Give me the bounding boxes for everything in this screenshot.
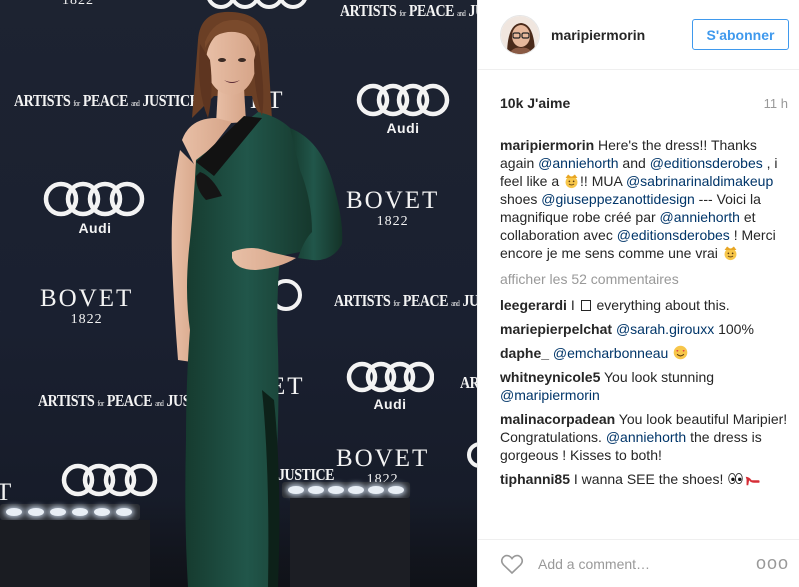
comment-item: leegerardi I everything about this. — [500, 297, 730, 313]
comment-input[interactable] — [538, 555, 756, 572]
post-photo[interactable]: 1822 ARTISTS for PEACE and JUSTICE ARTIS… — [0, 0, 477, 587]
comment-username[interactable]: leegerardi — [500, 297, 567, 313]
header-username[interactable]: maripiermorin — [551, 27, 692, 43]
post-time[interactable]: 11 h — [764, 96, 788, 111]
missing-glyph-box — [580, 300, 591, 311]
mention-link[interactable]: @sarah.girouxx — [616, 321, 714, 337]
comment-username[interactable]: mariepierpelchat — [500, 321, 612, 337]
comment-username[interactable]: daphe_ — [500, 345, 549, 361]
comments-section: maripiermorin Here's the dress!! Thanks … — [478, 136, 799, 488]
avatar[interactable] — [500, 14, 540, 55]
mention-link[interactable]: @anniehorth — [538, 155, 618, 171]
comment-item: daphe_ @emcharbonneau — [500, 344, 789, 362]
eyes-emoji — [728, 472, 743, 485]
show-more-comments-link[interactable]: afficher les 52 commentaires — [500, 270, 789, 288]
comment-footer: ooo — [478, 539, 799, 587]
caption-username[interactable]: maripiermorin — [500, 137, 594, 153]
comment-username[interactable]: tiphanni85 — [500, 471, 570, 487]
heart-icon[interactable] — [500, 553, 524, 575]
comment-item: whitneynicole5 You look stunning @maripi… — [500, 369, 715, 403]
mention-link[interactable]: @editionsderobes — [650, 155, 763, 171]
caption: maripiermorin Here's the dress!! Thanks … — [500, 137, 778, 261]
comment-item: mariepierpelchat @sarah.girouxx 100% — [500, 321, 754, 337]
mention-link[interactable]: @editionsderobes — [617, 227, 730, 243]
comment-item: tiphanni85 I wanna SEE the shoes! — [500, 470, 789, 488]
mention-link[interactable]: @emcharbonneau — [553, 345, 668, 361]
high-heel-emoji — [745, 476, 760, 486]
comment-username[interactable]: malinacorpadean — [500, 411, 615, 427]
mention-link[interactable]: @anniehorth — [606, 429, 686, 445]
post-stats: 10k J'aime 11 h — [500, 70, 788, 136]
instagram-post: 1822 ARTISTS for PEACE and JUSTICE ARTIS… — [0, 0, 799, 587]
woman-in-green-gown — [171, 11, 343, 587]
post-header: maripiermorin S'abonner — [478, 0, 799, 70]
follow-button[interactable]: S'abonner — [692, 19, 789, 50]
crown-emoji — [565, 174, 578, 189]
mention-link[interactable]: @giuseppezanottidesign — [541, 191, 695, 207]
smiling-hearts-emoji — [673, 345, 688, 360]
comment-username[interactable]: whitneynicole5 — [500, 369, 600, 385]
likes-count[interactable]: 10k J'aime — [500, 95, 570, 111]
mention-link[interactable]: @maripiermorin — [500, 387, 600, 403]
more-options-button[interactable]: ooo — [756, 553, 789, 574]
mention-link[interactable]: @sabrinarinaldimakeup — [626, 173, 773, 189]
crown-emoji — [724, 246, 737, 261]
mention-link[interactable]: @anniehorth — [660, 209, 740, 225]
post-details-panel: maripiermorin S'abonner 10k J'aime 11 h … — [477, 0, 799, 587]
comment-item: malinacorpadean You look beautiful Marip… — [500, 411, 788, 463]
